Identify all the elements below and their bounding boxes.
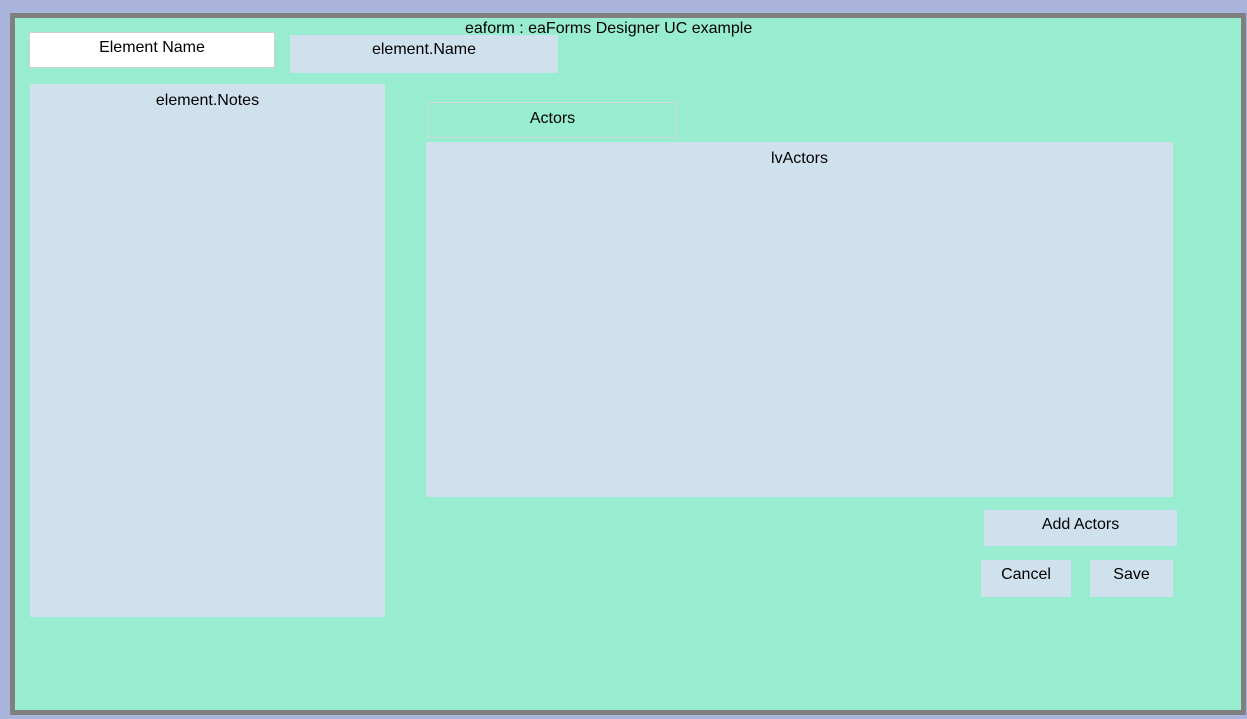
form-title: eaform : eaForms Designer UC example	[465, 20, 753, 37]
element-name-label: Element Name	[29, 32, 275, 68]
actors-label: Actors	[428, 102, 677, 138]
form-canvas: Element Name element.Name eaform : eaFor…	[15, 18, 1241, 710]
form-frame: Element Name element.Name eaform : eaFor…	[10, 13, 1246, 715]
element-notes-field[interactable]: element.Notes	[30, 84, 385, 617]
element-name-field[interactable]: element.Name	[290, 35, 558, 73]
save-button[interactable]: Save	[1090, 560, 1173, 597]
add-actors-button[interactable]: Add Actors	[984, 510, 1177, 546]
cancel-button[interactable]: Cancel	[981, 560, 1071, 597]
actors-list-view[interactable]: lvActors	[426, 142, 1173, 497]
